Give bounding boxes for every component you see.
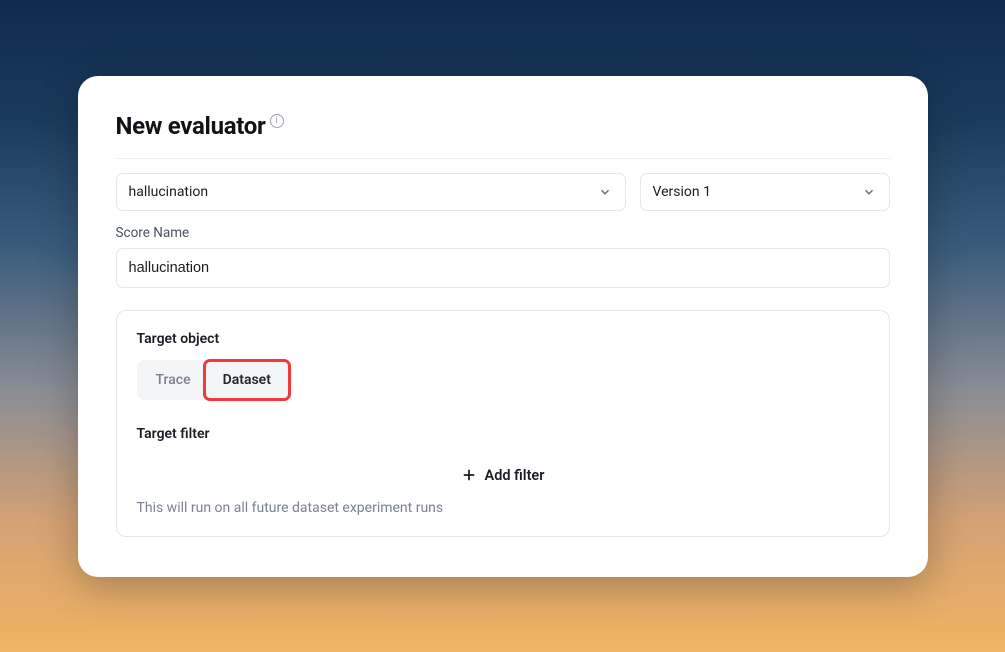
chevron-down-icon <box>597 184 613 200</box>
score-name-input[interactable] <box>116 248 890 288</box>
page-title: New evaluator <box>116 112 266 140</box>
add-filter-label: Add filter <box>485 467 545 484</box>
title-row: New evaluator i <box>116 112 890 159</box>
add-filter-button[interactable]: Add filter <box>137 455 869 500</box>
segment-dataset[interactable]: Dataset <box>207 363 287 397</box>
target-object-label: Target object <box>137 331 869 347</box>
score-name-block: Score Name <box>116 225 890 288</box>
score-name-label: Score Name <box>116 225 890 241</box>
evaluator-select[interactable]: hallucination <box>116 173 626 211</box>
target-filter-hint: This will run on all future dataset expe… <box>137 500 869 516</box>
target-filter-label: Target filter <box>137 426 869 442</box>
target-object-segmented: Trace Dataset <box>137 360 290 400</box>
evaluator-select-value: hallucination <box>129 184 597 200</box>
chevron-down-icon <box>861 184 877 200</box>
version-select-value: Version 1 <box>653 184 861 200</box>
plus-icon <box>461 467 477 483</box>
selectors-row: hallucination Version 1 <box>116 173 890 211</box>
segment-trace[interactable]: Trace <box>140 363 207 397</box>
info-icon[interactable]: i <box>270 114 284 128</box>
evaluator-form-card: New evaluator i hallucination Version 1 … <box>78 76 928 577</box>
version-select[interactable]: Version 1 <box>640 173 890 211</box>
target-panel: Target object Trace Dataset Target filte… <box>116 310 890 537</box>
